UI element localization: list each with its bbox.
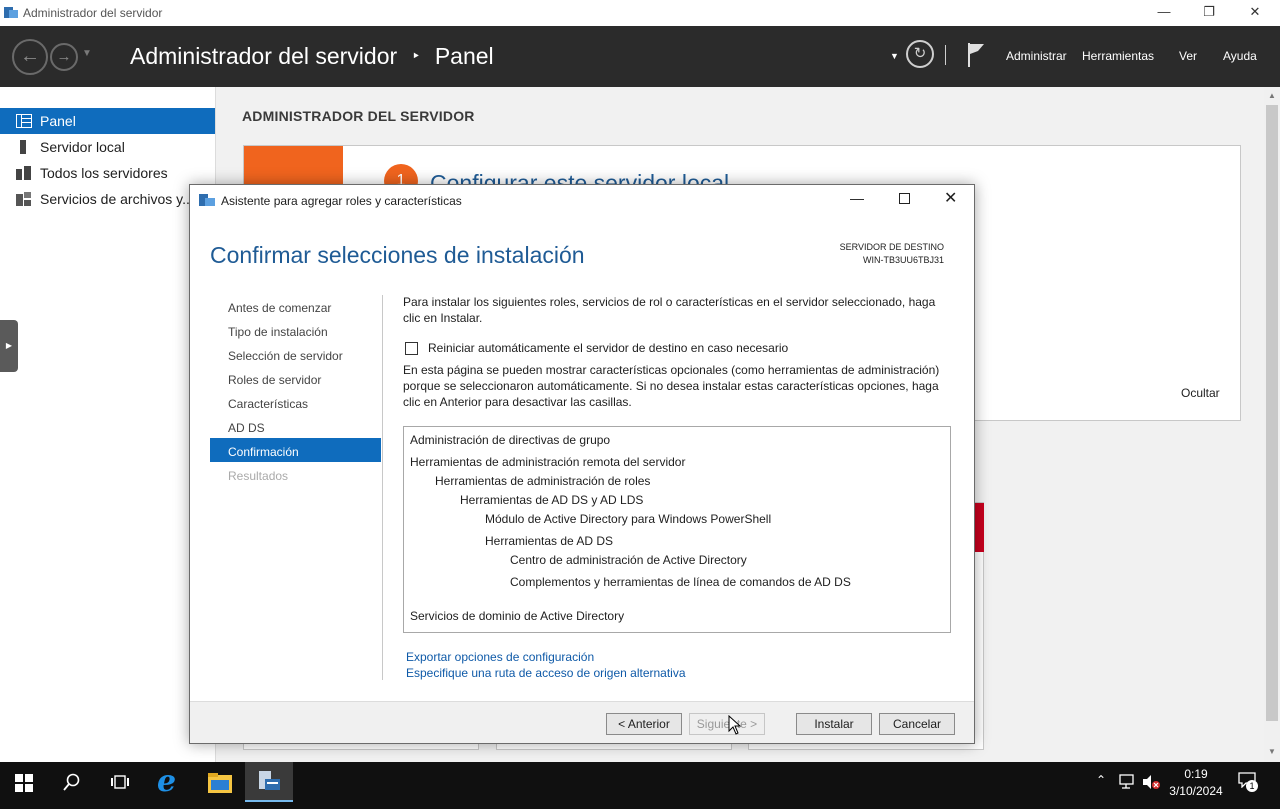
system-clock[interactable]: 0:19 3/10/2024 [1166,766,1226,800]
menu-ayuda[interactable]: Ayuda [1223,49,1257,63]
left-navigation: Panel Servidor local Todos los servidore… [0,87,216,762]
header-divider [945,45,946,65]
scroll-up-icon[interactable]: ▲ [1268,91,1276,100]
servers-icon [16,166,31,180]
dialog-close-button[interactable]: ✕ [944,188,957,208]
step-confirmacion[interactable]: Confirmación [210,438,381,462]
taskbar: e ⌃ 0:19 3/10/2024 1 [0,762,1280,809]
hide-link[interactable]: Ocultar [1181,386,1220,400]
dashboard-icon [16,114,32,128]
step-seleccion[interactable]: Selección de servidor [228,349,343,363]
mouse-cursor-icon [728,715,742,735]
destination-server-name: WIN-TB3UU6TBJ31 [862,255,944,265]
breadcrumb: Administrador del servidor ‣ Panel [130,43,494,70]
menu-ver[interactable]: Ver [1179,49,1197,63]
volume-muted-icon[interactable] [1142,774,1160,790]
breadcrumb-root: Administrador del servidor [130,43,398,69]
notification-count-badge: 1 [1246,780,1258,792]
intro-text: Para instalar los siguientes roles, serv… [403,295,936,325]
restart-checkbox[interactable] [405,342,418,355]
window-title: Administrador del servidor [23,6,163,20]
network-icon[interactable] [1118,774,1136,790]
dialog-header: Confirmar selecciones de instalación [210,242,585,268]
step-resultados: Resultados [228,469,289,483]
expand-pane-handle[interactable]: ▶ [0,320,18,372]
list-item: Complementos y herramientas de línea de … [510,575,851,589]
window-titlebar: Administrador del servidor — ❐ ✕ [0,0,1280,26]
action-center-icon[interactable]: 1 [1238,772,1258,792]
breadcrumb-separator: ‣ [411,48,421,65]
scroll-thumb[interactable] [1266,105,1278,721]
minimize-button[interactable]: — [1141,0,1187,26]
features-list[interactable]: Administración de directivas de grupo He… [403,426,951,633]
cancel-button[interactable]: Cancelar [879,713,955,735]
windows-start-icon[interactable] [15,774,33,792]
dialog-minimize-button[interactable]: — [850,190,864,206]
sidebar-item-label: Servicios de archivos y... [40,191,194,207]
back-button[interactable]: < Anterior [606,713,682,735]
restart-checkbox-label[interactable]: Reiniciar automáticamente el servidor de… [428,341,788,355]
page-title: ADMINISTRADOR DEL SERVIDOR [242,108,475,124]
file-explorer-icon[interactable] [207,772,233,794]
step-roles[interactable]: Roles de servidor [228,373,321,387]
install-button[interactable]: Instalar [796,713,872,735]
search-icon[interactable] [63,773,81,791]
list-item: Administración de directivas de grupo [410,433,611,447]
server-icon [20,140,26,154]
next-button: Siguiente > [689,713,765,735]
refresh-dropdown-icon[interactable]: ▼ [890,51,899,61]
export-config-link[interactable]: Exportar opciones de configuración [406,650,594,664]
close-button[interactable]: ✕ [1232,0,1278,26]
show-hidden-icons-icon[interactable]: ⌃ [1096,773,1106,787]
list-item: Herramientas de AD DS y AD LDS [460,493,644,507]
step-adds[interactable]: AD DS [228,421,265,435]
forward-arrow-icon[interactable]: → [50,43,78,71]
notifications-flag-icon[interactable] [966,42,986,68]
wizard-app-icon [199,194,215,206]
main-scrollbar[interactable]: ▲ ▼ [1264,87,1280,762]
alternate-source-link[interactable]: Especifique una ruta de acceso de origen… [406,666,686,680]
list-item: Centro de administración de Active Direc… [510,553,747,567]
steps-divider [382,295,383,680]
menu-administrar[interactable]: Administrar [1006,49,1067,63]
refresh-icon[interactable]: ↻ [906,40,934,68]
sidebar-item-panel[interactable]: Panel [0,108,215,134]
destination-server: SERVIDOR DE DESTINO WIN-TB3UU6TBJ31 [840,241,944,267]
sidebar-item-label: Servidor local [40,139,125,155]
breadcrumb-page: Panel [434,43,494,69]
dialog-title: Asistente para agregar roles y caracterí… [221,194,462,208]
history-dropdown-icon[interactable]: ▼ [82,48,92,59]
add-roles-wizard-dialog: Asistente para agregar roles y caracterí… [189,184,975,744]
dialog-footer: < Anterior Siguiente > Instalar Cancelar [190,701,974,743]
optional-features-note: En esta página se pueden mostrar caracte… [403,363,940,409]
back-arrow-icon[interactable]: ← [12,39,48,75]
server-manager-icon [4,7,18,18]
task-view-icon[interactable] [110,773,130,791]
list-item: Herramientas de administración remota de… [410,455,686,469]
list-item: Servicios de dominio de Active Directory [410,609,625,623]
clock-date: 3/10/2024 [1169,784,1223,798]
step-tipo[interactable]: Tipo de instalación [228,325,328,339]
scroll-down-icon[interactable]: ▼ [1268,747,1276,756]
sidebar-item-todos-servidores[interactable]: Todos los servidores [0,160,215,186]
file-services-icon [16,192,31,206]
sidebar-item-servicios-archivos[interactable]: Servicios de archivos y... [0,186,215,212]
step-caracteristicas[interactable]: Características [228,397,308,411]
internet-explorer-icon[interactable]: e [157,767,185,797]
step-antes[interactable]: Antes de comenzar [228,301,331,315]
list-item: Herramientas de AD DS [485,534,614,548]
server-manager-icon [259,771,280,790]
list-item: Herramientas de administración de roles [435,474,651,488]
sidebar-item-servidor-local[interactable]: Servidor local [0,134,215,160]
restore-button[interactable]: ❐ [1186,0,1232,26]
taskbar-server-manager-button[interactable] [245,762,293,802]
sidebar-item-label: Panel [40,113,76,129]
menu-herramientas[interactable]: Herramientas [1082,49,1154,63]
sidebar-item-label: Todos los servidores [40,165,168,181]
dialog-maximize-button[interactable] [899,193,910,204]
clock-time: 0:19 [1184,767,1208,781]
app-header: ← → ▼ Administrador del servidor ‣ Panel… [0,26,1280,87]
list-item: Módulo de Active Directory para Windows … [485,512,772,526]
destination-label: SERVIDOR DE DESTINO [839,242,944,252]
